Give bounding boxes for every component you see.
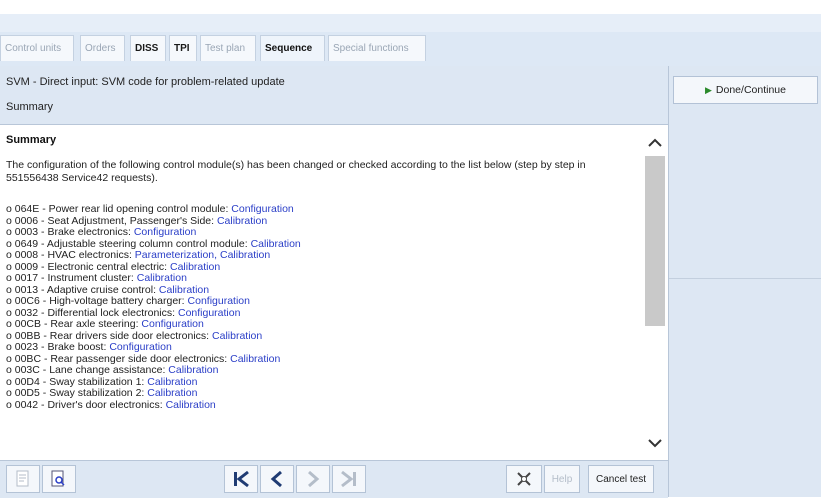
play-icon: ▶ bbox=[705, 84, 712, 95]
top-band bbox=[0, 14, 821, 32]
next-step-icon[interactable] bbox=[296, 465, 330, 493]
tab-sequence[interactable]: Sequence bbox=[260, 35, 325, 61]
vertical-scrollbar[interactable] bbox=[642, 126, 668, 460]
summary-intro: The configuration of the following contr… bbox=[6, 159, 586, 184]
help-button[interactable]: Help bbox=[544, 465, 580, 493]
scroll-down-icon[interactable] bbox=[642, 434, 668, 452]
module-list: o 064E - Power rear lid opening control … bbox=[6, 203, 626, 411]
tab-test-plan[interactable]: Test plan bbox=[200, 35, 256, 61]
done-continue-button[interactable]: ▶ Done/Continue bbox=[673, 76, 818, 104]
cancel-test-button[interactable]: Cancel test bbox=[588, 465, 654, 493]
scroll-up-icon[interactable] bbox=[642, 134, 668, 152]
tools-icon[interactable] bbox=[506, 465, 542, 493]
summary-content[interactable]: Summary The configuration of the followi… bbox=[0, 126, 642, 460]
tab-bar: Control units Orders DISS TPI Test plan … bbox=[0, 32, 821, 67]
main-panel: SVM - Direct input: SVM code for problem… bbox=[0, 66, 668, 498]
done-continue-label: Done/Continue bbox=[715, 84, 786, 96]
tab-diss[interactable]: DISS bbox=[130, 35, 166, 61]
last-step-icon[interactable] bbox=[332, 465, 366, 493]
tab-special-functions[interactable]: Special functions bbox=[328, 35, 426, 61]
summary-heading: Summary bbox=[6, 134, 57, 146]
first-step-icon[interactable] bbox=[224, 465, 258, 493]
step-subtitle: Summary bbox=[6, 101, 54, 113]
list-item: o 0042 - Driver's door electronics: Cali… bbox=[6, 398, 216, 411]
previous-step-icon[interactable] bbox=[260, 465, 294, 493]
scrollbar-thumb[interactable] bbox=[645, 156, 665, 326]
step-header: SVM - Direct input: SVM code for problem… bbox=[0, 66, 668, 125]
document-icon[interactable] bbox=[6, 465, 40, 493]
step-title: SVM - Direct input: SVM code for problem… bbox=[6, 76, 285, 88]
side-divider bbox=[669, 278, 821, 279]
side-panel: ▶ Done/Continue bbox=[668, 66, 821, 497]
tab-orders[interactable]: Orders bbox=[80, 35, 125, 61]
document-search-icon[interactable] bbox=[42, 465, 76, 493]
tab-tpi[interactable]: TPI bbox=[169, 35, 197, 61]
tab-control-units[interactable]: Control units bbox=[0, 35, 74, 61]
window-top-strip bbox=[0, 0, 821, 32]
bottom-toolbar: Help Cancel test bbox=[0, 460, 668, 498]
